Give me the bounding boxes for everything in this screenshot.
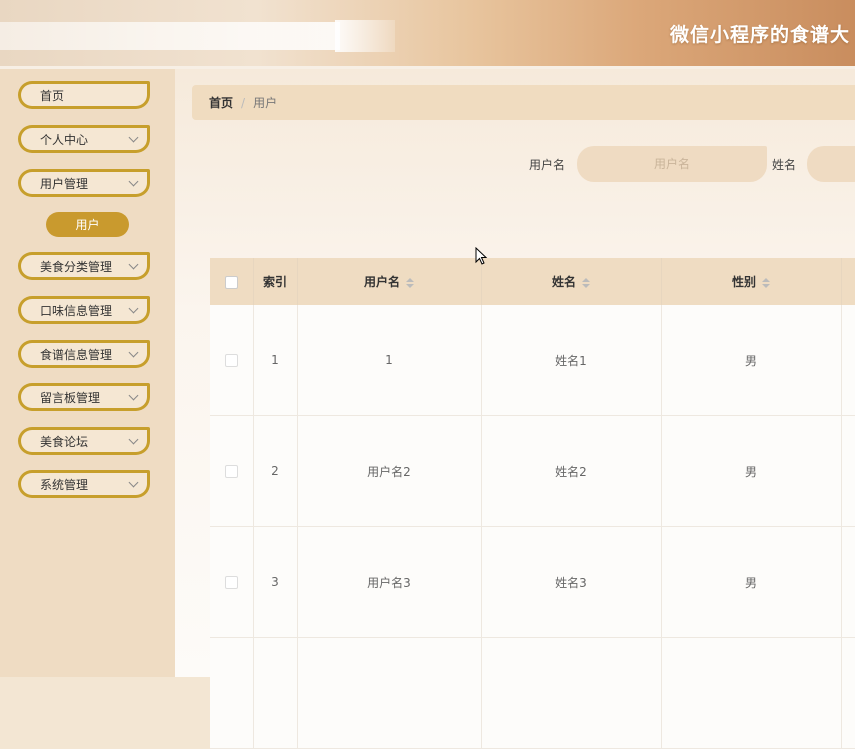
username-search-input[interactable] [577, 146, 767, 182]
cell-name [481, 637, 662, 749]
cell-name: 姓名3 [481, 526, 662, 638]
table-row: 2 用户名2 姓名2 男 [210, 415, 855, 527]
chevron-down-icon [128, 303, 139, 314]
cell-overflow [841, 637, 855, 749]
breadcrumb-separator: / [241, 95, 246, 110]
breadcrumb-current: 用户 [253, 96, 278, 110]
breadcrumb-home[interactable]: 首页 [209, 94, 233, 111]
table-row: 1 1 姓名1 男 [210, 305, 855, 416]
name-search-input[interactable] [807, 146, 855, 182]
row-checkbox[interactable] [224, 576, 238, 589]
cell-index [253, 637, 298, 749]
cell-username: 1 [297, 305, 482, 416]
user-table: 索引 用户名 姓名 性别 1 1 姓名1 男 2 用户名2 姓名2 男 3 用户… [210, 258, 855, 749]
sidebar-item-recipe-info[interactable]: 食谱信息管理 [18, 340, 150, 368]
cell-gender: 男 [661, 305, 842, 416]
select-all-cell [210, 258, 254, 305]
breadcrumb: 首页 / 用户 [192, 85, 855, 120]
sidebar-item-personal-center[interactable]: 个人中心 [18, 125, 150, 153]
select-all-checkbox[interactable] [224, 275, 238, 289]
sidebar-item-label: 系统管理 [40, 477, 89, 492]
chevron-down-icon [128, 434, 139, 445]
sidebar-item-user-management[interactable]: 用户管理 [18, 169, 150, 197]
row-select-cell [210, 526, 254, 638]
sidebar-item-system[interactable]: 系统管理 [18, 470, 150, 498]
column-header-label: 性别 [731, 275, 756, 289]
top-header: 微信小程序的食谱大 [0, 0, 855, 68]
cell-overflow [841, 415, 855, 527]
sidebar-item-label: 口味信息管理 [40, 303, 113, 318]
main-content: 首页 / 用户 用户名 姓名 索引 用户名 姓名 性别 1 1 姓名1 [175, 69, 855, 749]
row-select-cell [210, 415, 254, 527]
cell-index: 3 [253, 526, 298, 638]
row-select-cell [210, 637, 254, 749]
sidebar-item-label: 留言板管理 [40, 390, 101, 405]
sidebar-item-food-category[interactable]: 美食分类管理 [18, 252, 150, 280]
column-header-label: 姓名 [551, 275, 576, 289]
cell-gender: 男 [661, 526, 842, 638]
sidebar-item-label: 食谱信息管理 [40, 347, 113, 362]
sidebar-item-message-board[interactable]: 留言板管理 [18, 383, 150, 411]
column-header-overflow [841, 258, 855, 305]
cell-gender [661, 637, 842, 749]
sidebar-item-flavor-info[interactable]: 口味信息管理 [18, 296, 150, 324]
table-row: 3 用户名3 姓名3 男 [210, 526, 855, 638]
row-checkbox[interactable] [224, 465, 238, 478]
cell-overflow [841, 305, 855, 416]
username-search-label: 用户名 [529, 158, 566, 172]
sidebar-item-label: 首页 [40, 88, 65, 103]
header-decoration-glow [335, 20, 395, 52]
cell-name: 姓名1 [481, 305, 662, 416]
column-header-name[interactable]: 姓名 [481, 258, 662, 305]
sidebar-item-food-forum[interactable]: 美食论坛 [18, 427, 150, 455]
cell-gender: 男 [661, 415, 842, 527]
column-header-username[interactable]: 用户名 [297, 258, 482, 305]
name-search-label: 姓名 [772, 158, 797, 172]
sidebar-item-label: 个人中心 [40, 132, 89, 147]
app-title: 微信小程序的食谱大 [670, 24, 851, 46]
sidebar-item-label: 用户管理 [40, 176, 89, 191]
sidebar-item-label: 美食分类管理 [40, 259, 113, 274]
column-header-index: 索引 [253, 258, 298, 305]
sidebar-subitem-user[interactable]: 用户 [46, 212, 129, 237]
sort-icon[interactable] [406, 277, 414, 288]
cell-username: 用户名3 [297, 526, 482, 638]
cell-username: 用户名2 [297, 415, 482, 527]
column-header-label: 用户名 [363, 275, 400, 289]
table-row [210, 637, 855, 749]
column-header-gender[interactable]: 性别 [661, 258, 842, 305]
sidebar: 首页 个人中心 用户管理 美食分类管理 口味信息管理 食谱信息管理 留言板管理 … [0, 69, 175, 677]
sort-icon[interactable] [762, 277, 770, 288]
chevron-down-icon [128, 477, 139, 488]
sort-icon[interactable] [582, 277, 590, 288]
cell-name: 姓名2 [481, 415, 662, 527]
chevron-down-icon [128, 176, 139, 187]
chevron-down-icon [128, 347, 139, 358]
row-checkbox[interactable] [224, 354, 238, 367]
sidebar-item-label: 美食论坛 [40, 434, 89, 449]
chevron-down-icon [128, 259, 139, 270]
cell-index: 2 [253, 415, 298, 527]
cell-index: 1 [253, 305, 298, 416]
sidebar-item-home[interactable]: 首页 [18, 81, 150, 109]
cell-username [297, 637, 482, 749]
header-decoration [0, 22, 340, 50]
table-header-row: 索引 用户名 姓名 性别 [210, 258, 855, 305]
chevron-down-icon [128, 132, 139, 143]
cell-overflow [841, 526, 855, 638]
row-select-cell [210, 305, 254, 416]
chevron-down-icon [128, 390, 139, 401]
mouse-pointer-icon [475, 247, 488, 265]
